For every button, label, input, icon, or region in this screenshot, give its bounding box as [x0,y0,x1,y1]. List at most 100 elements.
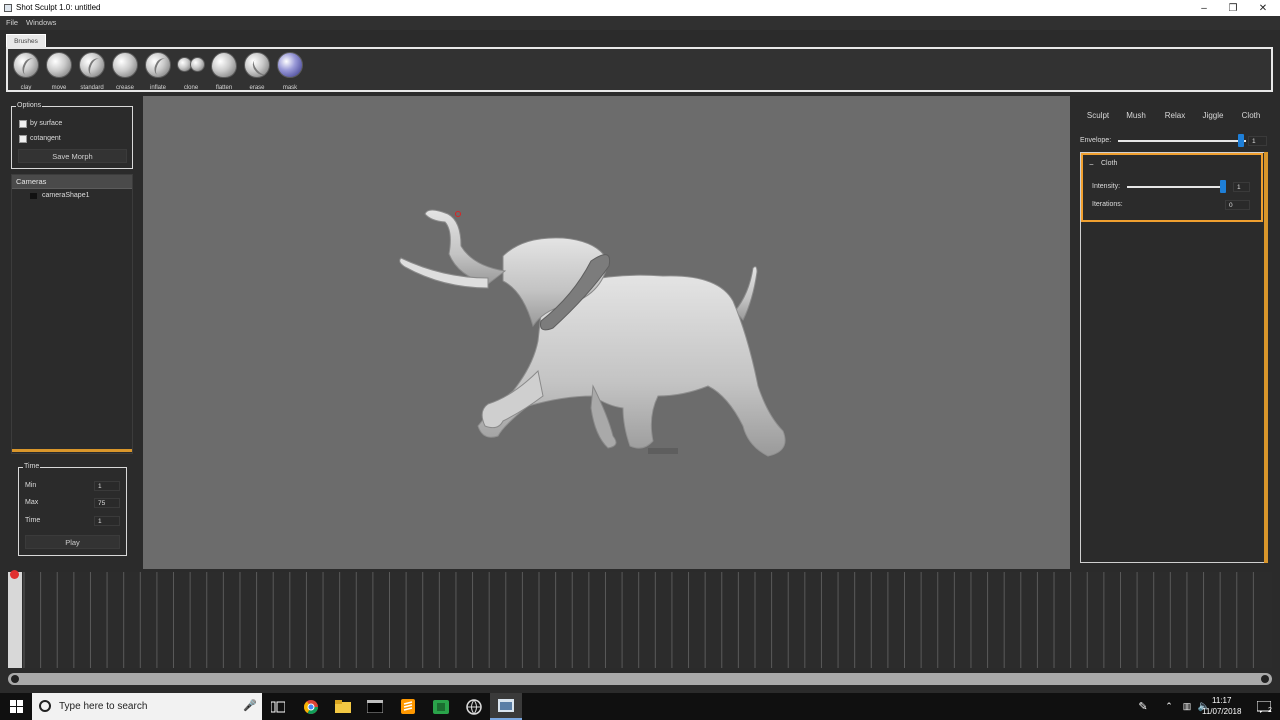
brush-move[interactable]: move [43,51,75,91]
taskbar: Type here to search 🎤 ✎ ⌃ ▥ 🔈 11:17 11/0… [0,693,1280,720]
clone-brush-icon-copy [190,57,205,72]
crease-brush-icon [112,52,138,78]
brush-label: erase [249,85,265,91]
collapse-icon[interactable]: − [1089,160,1094,169]
cameras-header: Cameras [12,175,132,189]
play-button[interactable]: Play [25,535,120,549]
brushes-tab[interactable]: Brushes [6,34,46,47]
cloth-group: − Cloth Intensity: 1 Iterations: 0 [1081,153,1263,222]
cloth-title: Cloth [1101,160,1118,167]
brush-shelf: clay move standard crease inflate clone … [6,47,1273,92]
close-button[interactable]: ✕ [1248,0,1278,16]
windows-start-icon[interactable] [0,693,32,720]
brush-mask[interactable]: mask [274,51,306,91]
by-surface-checkbox[interactable] [19,120,27,128]
brush-label: crease [115,85,134,91]
keyframe-marker-icon [10,570,19,579]
microphone-icon[interactable]: 🎤 [243,699,257,712]
clock-date[interactable]: 11/07/2018 [1202,707,1241,716]
max-field[interactable]: 75 [94,498,120,508]
menu-file[interactable]: File [6,18,18,27]
flatten-brush-icon [211,52,237,78]
elephant-model [399,209,786,457]
iterations-value[interactable]: 0 [1225,200,1250,210]
chrome-icon[interactable] [295,693,327,720]
menu-windows[interactable]: Windows [26,18,56,27]
camera-item[interactable]: cameraShape1 [42,192,89,199]
pen-workspace-icon[interactable]: ✎ [1130,693,1156,720]
menu-bar: File Windows [0,16,1280,30]
window-title: Shot Sculpt 1.0: untitled [16,3,101,12]
timeline[interactable] [8,570,1272,668]
brush-label: clay [20,85,32,91]
sublime-text-icon[interactable] [392,693,424,720]
title-bar: Shot Sculpt 1.0: untitled – ❐ ✕ [0,0,1280,16]
3d-viewport[interactable] [143,96,1070,569]
cotangent-label: cotangent [30,135,61,142]
by-surface-label: by surface [30,120,63,127]
terminal-icon[interactable] [359,693,391,720]
time-label: Time [25,517,41,524]
save-morph-button[interactable]: Save Morph [18,149,127,163]
brush-crease[interactable]: crease [109,51,141,91]
brush-erase[interactable]: erase [241,51,273,91]
brush-label: inflate [149,85,166,91]
envelope-label: Envelope: [1080,137,1112,144]
cameras-scrollbar[interactable] [12,449,132,452]
brush-label: standard [80,85,104,91]
envelope-value[interactable]: 1 [1248,136,1267,146]
green-app-icon[interactable] [425,693,457,720]
brush-label: clone [183,85,199,91]
time-title: Time [23,463,41,470]
options-panel: Options by surface cotangent Save Morph [11,102,133,169]
intensity-value[interactable]: 1 [1233,182,1250,192]
standard-brush-icon [79,52,106,78]
search-icon [39,700,51,712]
envelope-slider-handle[interactable] [1237,134,1244,147]
cameras-panel: Cameras cameraShape1 [11,174,133,454]
intensity-label: Intensity: [1092,183,1121,190]
brush-clone[interactable]: clone [175,51,207,91]
scroll-right-handle[interactable] [1261,675,1269,683]
move-brush-icon [46,52,72,78]
timeline-ticks [23,572,1254,668]
tab-mush[interactable]: Mush [1118,104,1154,128]
taskbar-search-box[interactable]: Type here to search 🎤 [32,693,262,720]
intensity-slider-handle[interactable] [1220,180,1227,193]
intensity-slider-track[interactable] [1127,186,1225,188]
clock-time[interactable]: 11:17 [1212,696,1231,705]
brush-label: move [51,85,67,91]
search-placeholder: Type here to search [59,701,148,712]
scroll-left-handle[interactable] [11,675,19,683]
minimize-button[interactable]: – [1189,0,1219,16]
file-explorer-icon[interactable] [327,693,359,720]
time-field[interactable]: 1 [94,516,120,526]
max-label: Max [25,499,39,506]
shot-sculpt-taskbar-icon[interactable] [490,693,522,720]
globe-app-icon[interactable] [458,693,490,720]
time-panel: Time Min 1 Max 75 Time 1 Play [18,463,127,556]
notifications-icon[interactable]: 2 [1250,693,1278,720]
min-field[interactable]: 1 [94,481,120,491]
erase-brush-icon [244,52,272,79]
task-view-icon[interactable] [262,693,294,720]
tab-relax[interactable]: Relax [1157,104,1193,128]
brush-flatten[interactable]: flatten [208,51,240,91]
brush-standard[interactable]: standard [76,51,108,91]
maximize-button[interactable]: ❐ [1218,0,1248,16]
time-cursor[interactable] [8,572,22,668]
inflate-brush-icon [145,52,172,78]
timeline-scrollbar[interactable] [8,673,1272,685]
tab-cloth[interactable]: Cloth [1233,104,1269,128]
min-label: Min [25,482,37,489]
brush-inflate[interactable]: inflate [142,51,174,91]
cotangent-checkbox[interactable] [19,135,27,143]
envelope-slider-track[interactable] [1118,140,1246,142]
camera-icon [30,193,37,199]
notification-count: 2 [1268,707,1272,714]
deformer-list-scrollbar[interactable] [1264,152,1268,563]
brush-clay[interactable]: clay [10,51,42,91]
tab-jiggle[interactable]: Jiggle [1195,104,1231,128]
tab-sculpt[interactable]: Sculpt [1080,104,1116,128]
brush-label: flatten [215,85,233,91]
